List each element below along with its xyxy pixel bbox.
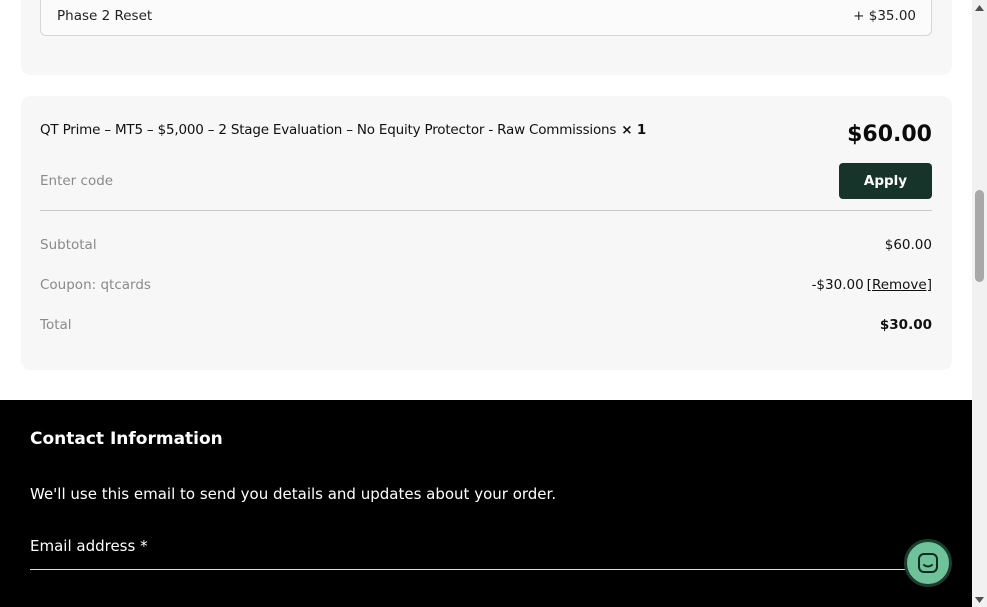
addon-option-phase-2-reset[interactable]: Phase 2 Reset + $35.00 <box>40 0 932 36</box>
total-value: $30.00 <box>879 317 932 333</box>
checkout-page: Phase 2 Reset + $35.00 QT Prime – MT5 – … <box>0 0 972 607</box>
coupon-discount: -$30.00 [Remove] <box>812 277 932 293</box>
product-name: QT Prime – MT5 – $5,000 – 2 Stage Evalua… <box>40 122 617 138</box>
product-line: QT Prime – MT5 – $5,000 – 2 Stage Evalua… <box>40 122 646 138</box>
total-label: Total <box>40 317 72 333</box>
email-field[interactable] <box>30 558 910 570</box>
product-quantity: × 1 <box>621 122 647 138</box>
summary-divider <box>40 210 932 211</box>
addon-price: + $35.00 <box>853 8 916 24</box>
coupon-discount-value: -$30.00 <box>811 277 864 293</box>
page-scrollbar[interactable] <box>972 0 987 607</box>
contact-information-section: Contact Information We'll use this email… <box>0 400 972 607</box>
scroll-down-arrow-icon[interactable] <box>972 592 987 607</box>
order-summary-card: QT Prime – MT5 – $5,000 – 2 Stage Evalua… <box>21 96 952 370</box>
subtotal-value: $60.00 <box>884 237 932 253</box>
chat-widget-button[interactable] <box>904 539 952 587</box>
remove-coupon-link[interactable]: [Remove] <box>867 277 932 293</box>
apply-coupon-button[interactable]: Apply <box>839 163 932 199</box>
product-price: $60.00 <box>847 122 932 147</box>
addon-name: Phase 2 Reset <box>57 8 153 24</box>
contact-description: We'll use this email to send you details… <box>30 485 557 503</box>
coupon-label: Coupon: qtcards <box>40 277 151 293</box>
scroll-up-arrow-icon[interactable] <box>972 0 987 15</box>
chat-bubble-icon <box>918 553 938 573</box>
coupon-code-input[interactable] <box>40 163 820 199</box>
subtotal-label: Subtotal <box>40 237 97 253</box>
contact-title: Contact Information <box>30 429 223 449</box>
email-label: Email address * <box>30 537 148 555</box>
addon-card: Phase 2 Reset + $35.00 <box>21 0 952 75</box>
scrollbar-thumb[interactable] <box>975 190 984 282</box>
